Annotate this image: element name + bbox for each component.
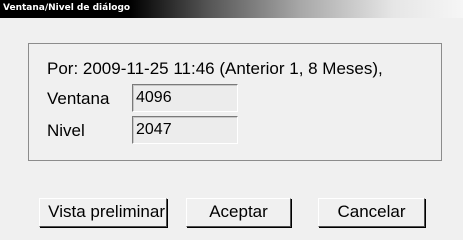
level-label: Nivel <box>47 121 85 140</box>
accept-button[interactable]: Aceptar <box>186 198 291 227</box>
window-label: Ventana <box>47 89 110 108</box>
preview-button[interactable]: Vista preliminar <box>39 198 167 227</box>
dialog-title: Ventana/Nivel de diálogo <box>3 3 131 13</box>
window-input[interactable]: 4096 <box>132 84 238 112</box>
cancel-button[interactable]: Cancelar <box>318 198 425 227</box>
level-input[interactable]: 2047 <box>132 116 238 144</box>
title-bar[interactable]: Ventana/Nivel de diálogo <box>0 0 463 18</box>
study-info-text: Por: 2009-11-25 11:46 (Anterior 1, 8 Mes… <box>47 59 383 78</box>
window-level-dialog: Ventana/Nivel de diálogo Por: 2009-11-25… <box>0 0 463 240</box>
